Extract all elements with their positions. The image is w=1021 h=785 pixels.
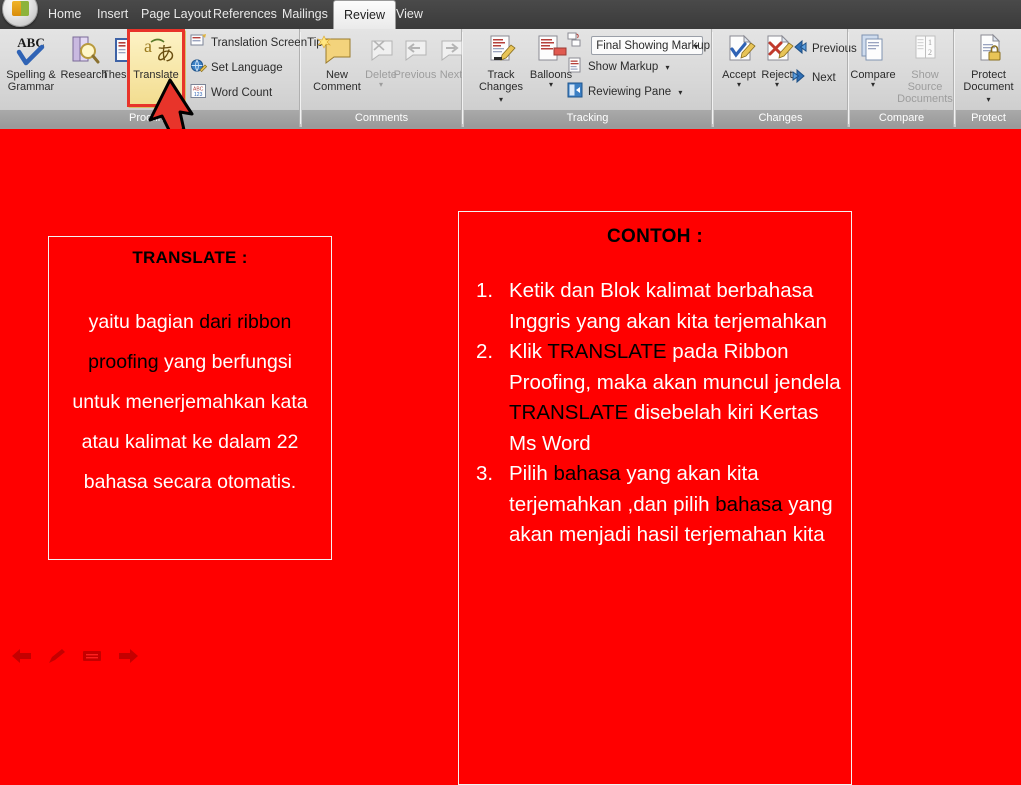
office-logo-button[interactable]	[2, 0, 38, 27]
markup-display-value: Final Showing Markup	[596, 40, 710, 52]
step3-seg-0: Pilih	[509, 462, 554, 485]
chevron-down-icon[interactable]: ▾	[678, 88, 682, 97]
list-item: 1. Ketik dan Blok kalimat berbahasa Inggr…	[459, 276, 851, 337]
tab-view[interactable]: View	[386, 0, 433, 29]
show-source-documents-label: Show Source Documents	[897, 69, 953, 105]
svg-text:1: 1	[928, 38, 932, 47]
pointer-arrow-annotation	[140, 78, 200, 134]
chevron-down-icon[interactable]: ▾	[350, 81, 412, 89]
globe-pencil-icon	[190, 58, 208, 74]
ribbon-group-changes: Accept ▾ Reject ▾ Previous Next Changes	[714, 29, 857, 127]
show-source-documents-button[interactable]: 1 2 Show SourceDocuments ▾	[894, 32, 956, 117]
protect-document-icon	[956, 33, 1021, 67]
steps-list: 1. Ketik dan Blok kalimat berbahasa Inggr…	[459, 276, 851, 551]
word-count-button[interactable]: ABC 123 Word Count	[190, 83, 272, 104]
next-change-label: Next	[812, 72, 836, 84]
translate-definition-textbox: TRANSLATE : yaitu bagian dari ribbon pro…	[48, 236, 332, 560]
list-item: 3. Pilih bahasa yang akan kita terjemahka…	[459, 459, 851, 551]
group-label-compare: Compare	[850, 110, 953, 127]
word-count-label: Word Count	[211, 87, 273, 99]
slide-canvas: TRANSLATE : yaitu bagian dari ribbon pro…	[0, 129, 1021, 785]
svg-text:2: 2	[928, 48, 932, 57]
reviewing-pane-button[interactable]: Reviewing Pane ▾	[567, 82, 682, 103]
list-item-number: 3.	[476, 462, 494, 485]
next-slide-icon[interactable]	[116, 647, 140, 670]
compare-docs-icon	[847, 33, 899, 67]
protect-document-button[interactable]: Protect Document ▾	[956, 32, 1021, 105]
ribbon-group-comments: New Comment Delete ▾ Previous Next Comme…	[302, 29, 463, 127]
left-box-title: TRANSLATE :	[132, 248, 248, 267]
ribbon-tab-strip: Home Insert Page Layout References Maili…	[0, 0, 1021, 29]
reviewing-pane-icon	[567, 82, 584, 98]
next-change-icon	[791, 68, 808, 84]
list-item-number: 1.	[476, 279, 494, 302]
previous-slide-icon[interactable]	[10, 647, 34, 670]
markup-display-dropdown[interactable]: Final Showing Markup ▾	[567, 32, 710, 56]
tab-mailings[interactable]: Mailings	[272, 0, 338, 29]
reviewing-pane-label: Reviewing Pane	[588, 86, 672, 98]
show-markup-label: Show Markup	[588, 61, 659, 73]
step2-seg-0: Klik	[509, 340, 548, 363]
chevron-down-icon[interactable]: ▾	[666, 63, 670, 72]
protect-document-label: Protect Document	[963, 69, 1014, 93]
source-documents-icon: 1 2	[894, 33, 956, 67]
right-box-title: CONTOH :	[607, 226, 703, 247]
previous-change-icon	[791, 39, 808, 55]
group-label-tracking: Tracking	[464, 110, 711, 127]
group-label-changes: Changes	[714, 110, 847, 127]
set-language-button[interactable]: Set Language	[190, 58, 283, 79]
group-label-protect: Protect	[956, 110, 1021, 127]
step3-seg-3: bahasa	[715, 492, 783, 516]
step3-seg-1: bahasa	[553, 462, 621, 485]
ribbon-group-tracking: Track Changes ▾ Balloons ▾ Final Showing…	[464, 29, 713, 127]
screentip-icon	[190, 33, 207, 49]
contoh-steps-textbox: CONTOH : 1. Ketik dan Blok kalimat berbah…	[458, 211, 852, 785]
slideshow-nav-bar	[10, 647, 180, 667]
set-language-label: Set Language	[211, 62, 283, 74]
show-markup-button[interactable]: Show Markup ▾	[567, 57, 670, 78]
chevron-down-icon[interactable]: ▾	[499, 95, 503, 104]
left-seg-0: yaitu bagian	[88, 311, 200, 333]
chevron-down-icon[interactable]: ▾	[847, 81, 899, 89]
list-item-number: 2.	[476, 340, 494, 363]
show-markup-icon	[567, 57, 584, 73]
step2-seg-3: TRANSLATE	[509, 401, 629, 424]
ribbon-group-compare: Compare ▾ 1 2 Show Source Documents Comp…	[847, 29, 956, 127]
ribbon: Home Insert Page Layout References Maili…	[0, 0, 1021, 134]
compare-button[interactable]: Compare ▾	[847, 32, 899, 89]
list-item: 2. Klik TRANSLATE pada Ribbon Proofing, m…	[459, 337, 851, 459]
office-logo-icon	[12, 1, 29, 16]
step1-seg-0: Ketik dan Blok kalimat berbahasa Inggris…	[509, 279, 827, 333]
pen-icon[interactable]	[46, 647, 68, 670]
chevron-down-icon[interactable]: ▾	[694, 37, 698, 56]
next-change-button[interactable]: Next	[791, 68, 836, 89]
step2-seg-1: TRANSLATE	[547, 340, 667, 363]
markup-display-icon	[567, 32, 584, 48]
chevron-down-icon[interactable]: ▾	[986, 95, 990, 104]
ribbon-group-protect: Protect Document ▾ Protect	[956, 29, 1021, 127]
tab-home[interactable]: Home	[38, 0, 91, 29]
slide-menu-icon[interactable]	[80, 647, 104, 670]
left-box-body: yaitu bagian dari ribbon proofing yang b…	[63, 302, 317, 502]
group-label-comments: Comments	[302, 110, 461, 127]
